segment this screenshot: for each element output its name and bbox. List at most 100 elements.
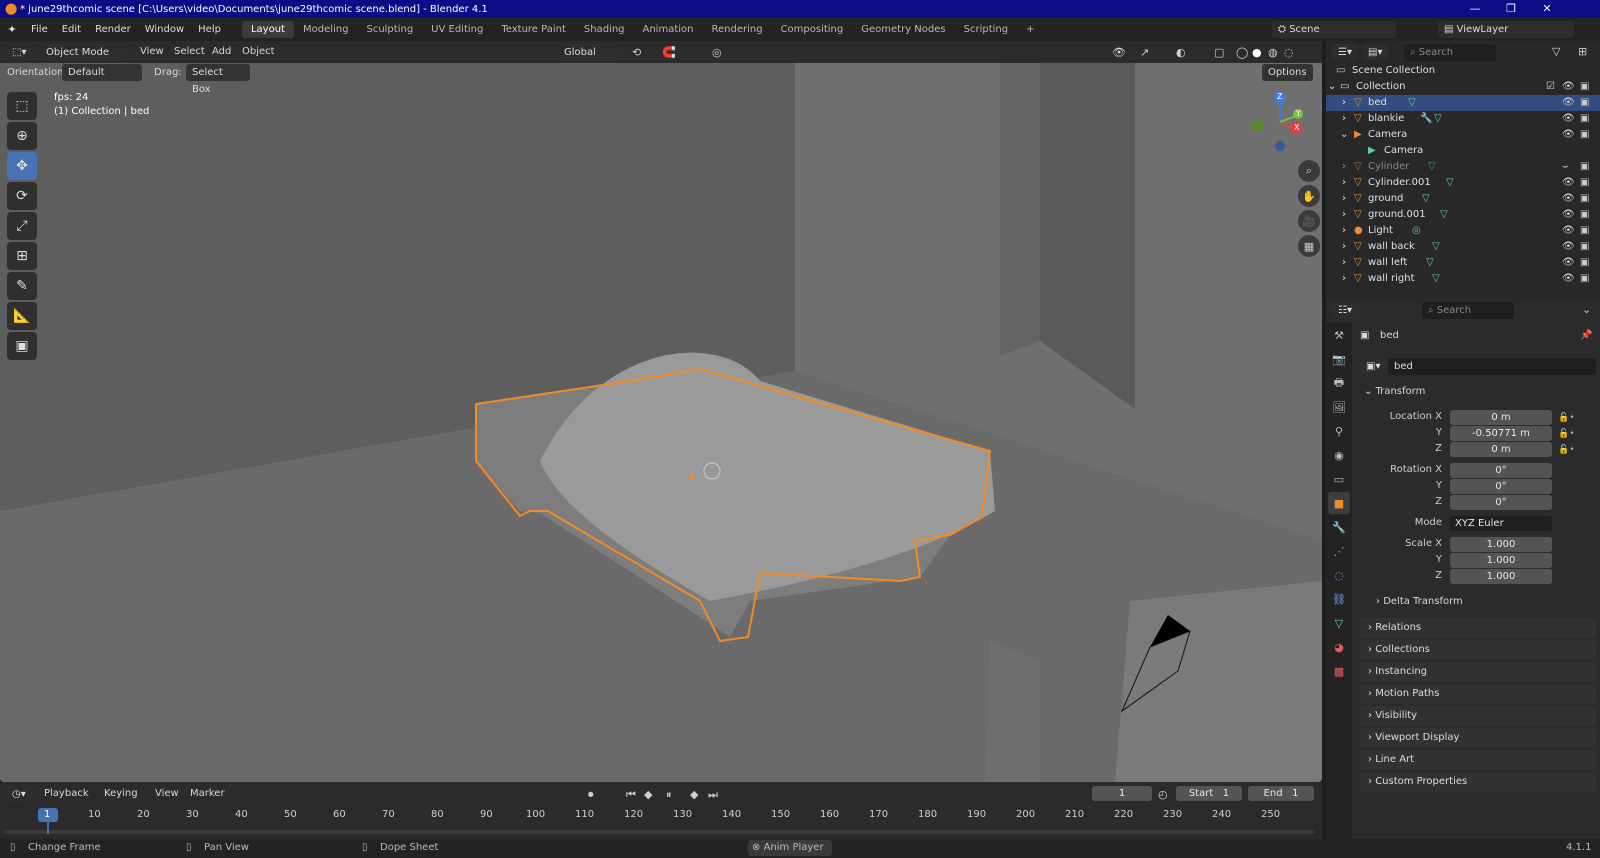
eye-icon[interactable]: 👁 bbox=[1562, 191, 1575, 207]
scale-z-field[interactable]: 1.000 bbox=[1450, 569, 1552, 584]
scene-selector[interactable]: ⛭ Scene bbox=[1272, 21, 1396, 38]
pivot-icon[interactable]: ⟲ bbox=[632, 46, 641, 59]
modifier-tab-icon[interactable]: 🔧 bbox=[1328, 516, 1350, 538]
constraints-tab-icon[interactable]: ⛓ bbox=[1328, 588, 1350, 610]
panel-motion-paths[interactable]: › Motion Paths bbox=[1360, 684, 1596, 704]
timeline-editor-type-icon[interactable]: ◷▾ bbox=[6, 786, 32, 803]
tool-tab-icon[interactable]: ⚒ bbox=[1328, 324, 1350, 346]
camera-icon[interactable]: ▣ bbox=[1580, 271, 1589, 287]
3d-viewport[interactable] bbox=[0, 41, 1322, 782]
properties-editor-type-icon[interactable]: ☷▾ bbox=[1332, 302, 1358, 319]
view-layer-selector[interactable]: ▤ ViewLayer bbox=[1438, 21, 1574, 38]
particles-tab-icon[interactable]: ⋰ bbox=[1328, 540, 1350, 562]
location-z-field[interactable]: 0 m bbox=[1450, 442, 1552, 457]
tab-uv-editing[interactable]: UV Editing bbox=[422, 21, 492, 38]
scale-x-field[interactable]: 1.000 bbox=[1450, 537, 1552, 552]
location-y-field[interactable]: -0.50771 m bbox=[1450, 426, 1552, 441]
expand-arrow-icon[interactable]: › bbox=[1342, 255, 1346, 271]
menu-view[interactable]: View bbox=[140, 46, 164, 57]
menu-keying[interactable]: Keying bbox=[104, 788, 138, 799]
tab-modeling[interactable]: Modeling bbox=[294, 21, 358, 38]
outliner-item-wall-back[interactable]: › ▽ wall back ▽ 👁 ▣ bbox=[1326, 239, 1600, 255]
camera-icon[interactable]: ▣ bbox=[1580, 175, 1589, 191]
options-button[interactable]: Options bbox=[1262, 64, 1313, 81]
texture-tab-icon[interactable]: ▩ bbox=[1328, 660, 1350, 682]
camera-icon[interactable]: ▣ bbox=[1580, 191, 1589, 207]
pan-hand-icon[interactable]: ✋ bbox=[1298, 185, 1320, 207]
jump-keyframe-forward-icon[interactable]: ◆ bbox=[690, 788, 698, 801]
expand-arrow-icon[interactable]: › bbox=[1342, 175, 1346, 191]
rotate-tool-icon[interactable]: ⟳ bbox=[7, 182, 37, 210]
menu-object[interactable]: Object bbox=[242, 46, 275, 57]
panel-custom-properties[interactable]: › Custom Properties bbox=[1360, 772, 1596, 792]
minimize-icon[interactable]: — bbox=[1458, 0, 1492, 18]
panel-collections[interactable]: › Collections bbox=[1360, 640, 1596, 660]
outliner-item-wall-right[interactable]: › ▽ wall right ▽ 👁 ▣ bbox=[1326, 271, 1600, 287]
expand-arrow-icon[interactable]: › bbox=[1342, 207, 1346, 223]
gizmo-icon[interactable]: ↗ bbox=[1140, 46, 1149, 59]
camera-icon[interactable]: ▣ bbox=[1580, 207, 1589, 223]
cancel-icon[interactable]: ⊗ bbox=[752, 842, 760, 853]
object-tab-icon[interactable]: ■ bbox=[1328, 492, 1350, 514]
lock-icon[interactable]: 🔓• bbox=[1558, 426, 1575, 442]
delta-transform-panel[interactable]: › Delta Transform bbox=[1376, 596, 1463, 607]
overlay-icon[interactable]: ◐ bbox=[1176, 46, 1186, 59]
outliner-row-scene-collection[interactable]: ▭ Scene Collection bbox=[1326, 63, 1600, 79]
filter-icon[interactable]: ▽ bbox=[1552, 45, 1560, 58]
zoom-icon[interactable]: ⌕ bbox=[1298, 160, 1320, 182]
outliner-row-collection[interactable]: ⌄ ▭ Collection ☑ 👁 ▣ bbox=[1326, 79, 1600, 95]
outliner-item-ground[interactable]: › ▽ ground ▽ 👁 ▣ bbox=[1326, 191, 1600, 207]
camera-icon[interactable]: ▣ bbox=[1580, 79, 1589, 95]
tab-geometry-nodes[interactable]: Geometry Nodes bbox=[852, 21, 954, 38]
menu-edit[interactable]: Edit bbox=[55, 24, 88, 35]
outliner-item-cylinder-001[interactable]: › ▽ Cylinder.001 ▽ 👁 ▣ bbox=[1326, 175, 1600, 191]
expand-arrow-icon[interactable]: › bbox=[1342, 239, 1346, 255]
outliner-item-camera-data[interactable]: ▶ Camera bbox=[1326, 143, 1600, 159]
panel-viewport-display[interactable]: › Viewport Display bbox=[1360, 728, 1596, 748]
menu-playback[interactable]: Playback bbox=[44, 788, 89, 799]
clock-icon[interactable]: ◴ bbox=[1158, 788, 1168, 801]
eye-icon[interactable]: 👁 bbox=[1562, 95, 1575, 111]
rendered-shading-icon[interactable]: ◌ bbox=[1284, 46, 1294, 59]
rotation-x-field[interactable]: 0° bbox=[1450, 463, 1552, 478]
panel-instancing[interactable]: › Instancing bbox=[1360, 662, 1596, 682]
start-frame-field[interactable]: Start 1 bbox=[1176, 786, 1242, 801]
expand-arrow-icon[interactable]: › bbox=[1342, 111, 1346, 127]
transform-tool-icon[interactable]: ⊞ bbox=[7, 242, 37, 270]
camera-icon[interactable]: ▣ bbox=[1580, 255, 1589, 271]
camera-icon[interactable]: ▣ bbox=[1580, 239, 1589, 255]
expand-arrow-icon[interactable]: › bbox=[1342, 271, 1346, 287]
xray-icon[interactable]: ▢ bbox=[1214, 46, 1224, 59]
location-x-field[interactable]: 0 m bbox=[1450, 410, 1552, 425]
jump-end-icon[interactable]: ⏭ bbox=[708, 788, 718, 802]
scene-tab-icon[interactable]: ⚲ bbox=[1328, 420, 1350, 442]
blender-menu-icon[interactable]: ✦ bbox=[0, 23, 24, 36]
navigation-gizmo[interactable]: Z X Y bbox=[1252, 90, 1314, 152]
menu-add[interactable]: Add bbox=[212, 46, 231, 57]
cursor-tool-icon[interactable]: ⊕ bbox=[7, 122, 37, 150]
expand-arrow-icon[interactable]: › bbox=[1342, 95, 1346, 111]
chevron-down-icon[interactable]: ⌄ bbox=[1582, 303, 1591, 316]
lock-icon[interactable]: 🔓• bbox=[1558, 442, 1575, 458]
properties-search-input[interactable]: ⌕ Search bbox=[1422, 302, 1514, 319]
tab-layout[interactable]: Layout bbox=[241, 21, 294, 38]
solid-shading-icon[interactable]: ● bbox=[1252, 46, 1262, 59]
camera-icon[interactable]: ▣ bbox=[1580, 111, 1589, 127]
menu-help[interactable]: Help bbox=[191, 24, 228, 35]
close-icon[interactable]: ✕ bbox=[1530, 0, 1564, 18]
view-layer-tab-icon[interactable]: 🖼 bbox=[1328, 396, 1350, 418]
jump-start-icon[interactable]: ⏮ bbox=[626, 788, 636, 802]
proportional-edit-icon[interactable]: ◎ bbox=[712, 46, 722, 59]
outliner-item-bed[interactable]: › ▽ bed ▽ 👁 ▣ bbox=[1326, 95, 1600, 111]
material-tab-icon[interactable]: ◕ bbox=[1328, 636, 1350, 658]
expand-arrow-icon[interactable]: › bbox=[1342, 159, 1346, 175]
tab-texture-paint[interactable]: Texture Paint bbox=[492, 21, 575, 38]
camera-icon[interactable]: ▣ bbox=[1580, 127, 1589, 143]
editor-type-icon[interactable]: ⬚▾ bbox=[6, 44, 33, 61]
world-tab-icon[interactable]: ◉ bbox=[1328, 444, 1350, 466]
eye-icon[interactable]: 👁 bbox=[1562, 127, 1575, 143]
annotate-tool-icon[interactable]: ✎ bbox=[7, 272, 37, 300]
material-shading-icon[interactable]: ◍ bbox=[1268, 46, 1278, 59]
outliner-search-input[interactable]: ⌕ Search bbox=[1404, 44, 1496, 61]
outliner-item-wall-left[interactable]: › ▽ wall left ▽ 👁 ▣ bbox=[1326, 255, 1600, 271]
